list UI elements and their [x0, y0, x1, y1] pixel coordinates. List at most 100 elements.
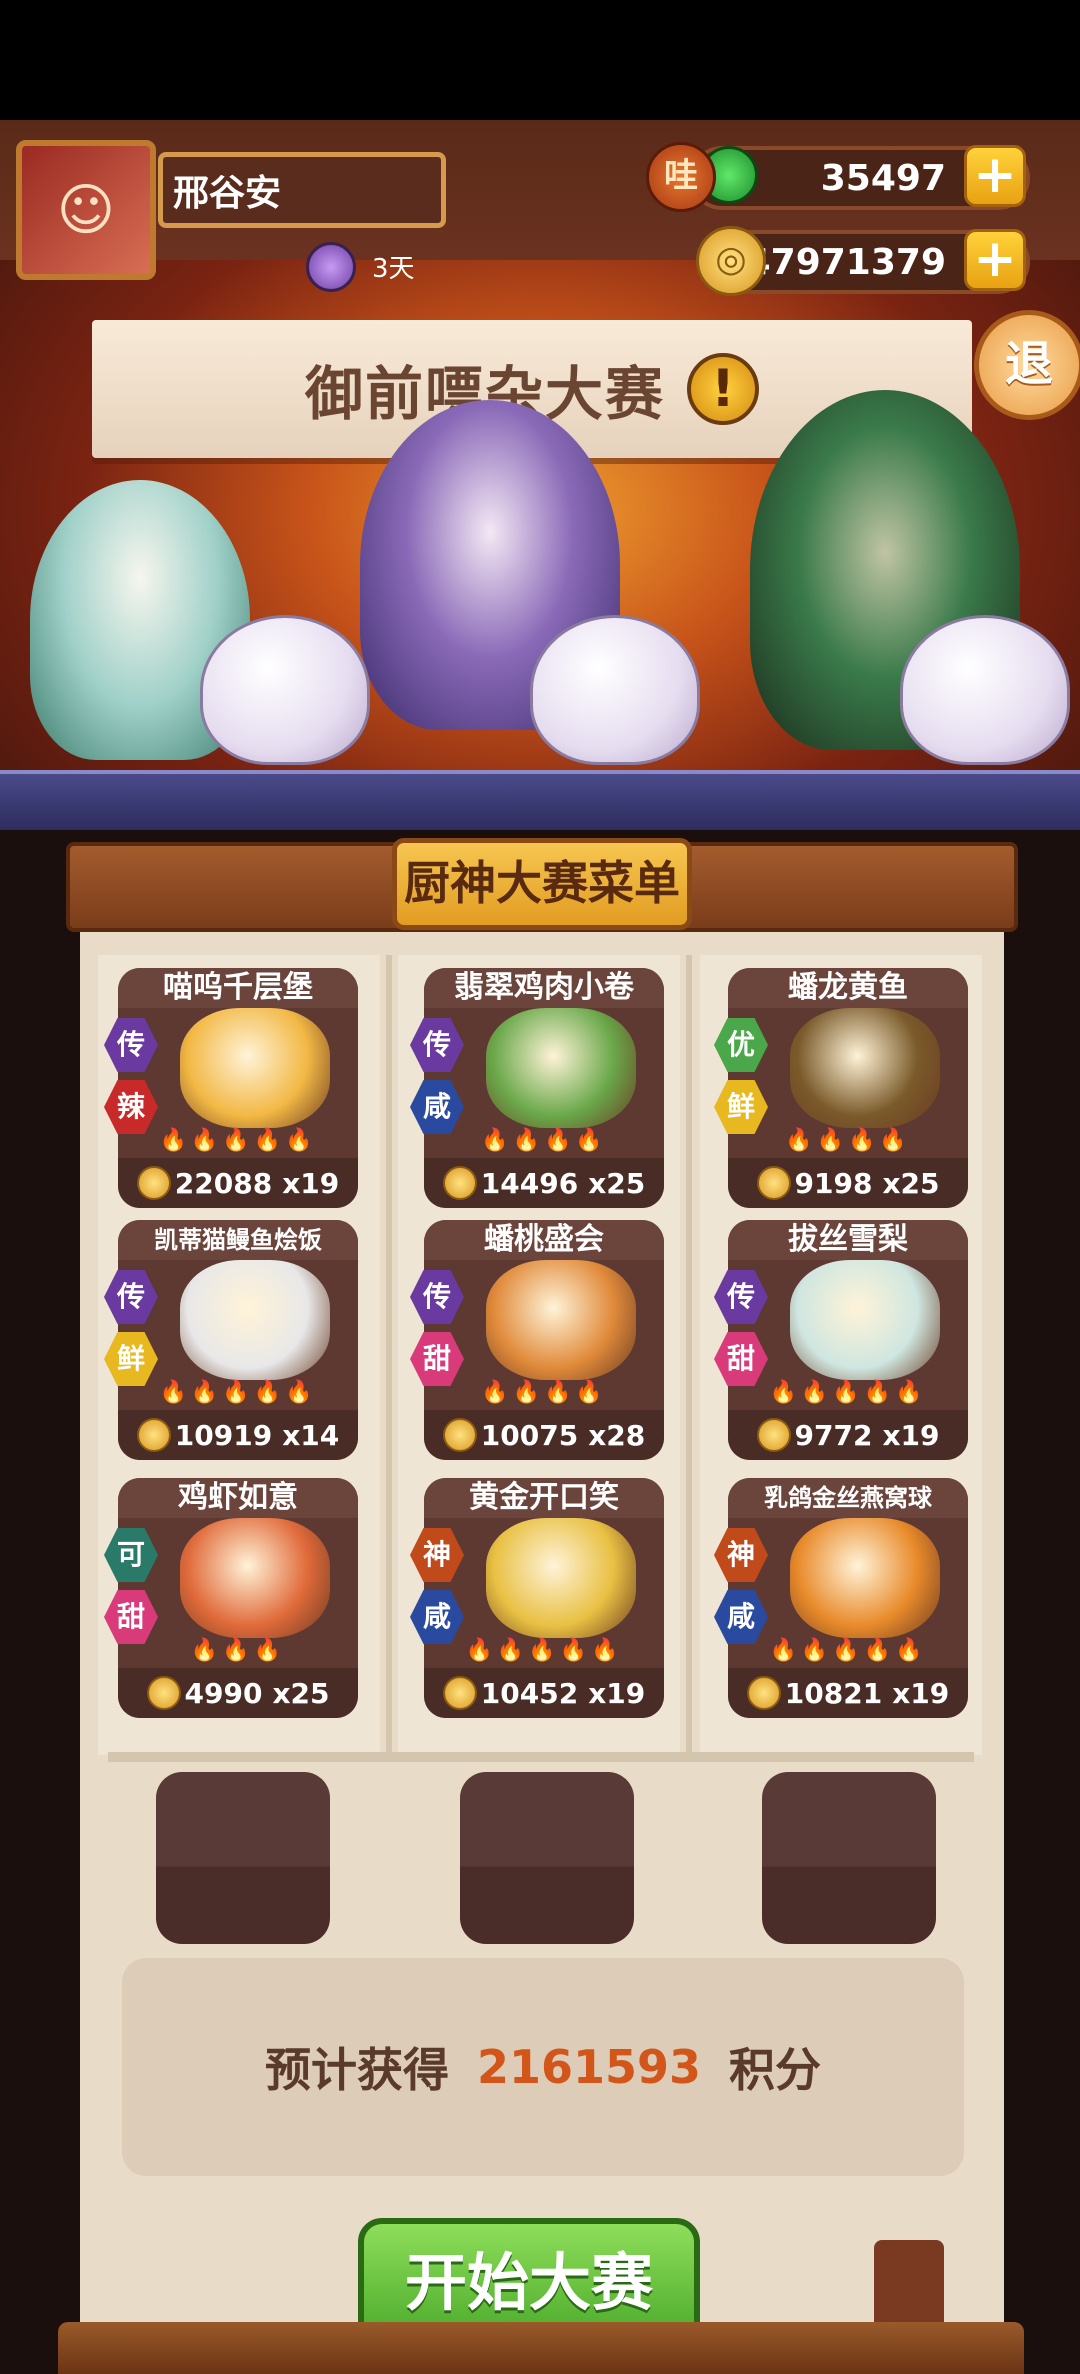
- dish-image-icon: [790, 1008, 940, 1128]
- dish-card[interactable]: 蟠龙黄鱼 🔥🔥🔥🔥 9198 x25: [728, 968, 968, 1208]
- flame-rating-icon: 🔥🔥🔥🔥🔥: [159, 1380, 317, 1405]
- dish-count: x19: [588, 1676, 646, 1710]
- dish-count: x25: [272, 1676, 330, 1710]
- flame-rating-icon: 🔥🔥🔥🔥🔥: [769, 1638, 927, 1663]
- coin-icon: [442, 1676, 477, 1710]
- flame-rating-icon: 🔥🔥🔥: [190, 1638, 286, 1663]
- dish-card[interactable]: 蟠桃盛会 🔥🔥🔥🔥 10075 x28: [424, 1220, 664, 1460]
- wa-currency-icon: 哇: [646, 142, 716, 212]
- flame-rating-icon: 🔥🔥🔥🔥: [481, 1380, 607, 1405]
- dish-reward: 22088 x19: [118, 1158, 358, 1208]
- coin-amount: 47971379: [745, 241, 946, 283]
- coin-icon: [756, 1418, 791, 1452]
- dish-points: 22088: [174, 1166, 273, 1200]
- empty-dish-slot-1[interactable]: [156, 1772, 330, 1944]
- dish-points: 9772: [794, 1418, 873, 1452]
- dish-card[interactable]: 翡翠鸡肉小卷 🔥🔥🔥🔥 14496 x25: [424, 968, 664, 1208]
- dish-points: 10821: [784, 1676, 883, 1710]
- estimate-value: 2161593: [476, 2040, 702, 2094]
- add-coins-button[interactable]: +: [964, 229, 1026, 291]
- dish-points: 10075: [480, 1418, 579, 1452]
- coin-icon: [146, 1676, 181, 1710]
- add-gems-button[interactable]: +: [964, 145, 1026, 207]
- empty-dish-slot-3[interactable]: [762, 1772, 936, 1944]
- coin-icon: [442, 1418, 477, 1452]
- dish-reward: 9772 x19: [728, 1410, 968, 1460]
- dish-reward: 10452 x19: [424, 1668, 664, 1718]
- menu-title: 厨神大赛菜单: [392, 838, 692, 930]
- flame-rating-icon: 🔥🔥🔥🔥🔥: [769, 1380, 927, 1405]
- dish-name: 翡翠鸡肉小卷: [424, 968, 664, 1008]
- dish-reward: 9198 x25: [728, 1158, 968, 1208]
- dish-image-icon: [486, 1518, 636, 1638]
- player-avatar[interactable]: ☺: [16, 140, 156, 280]
- coin-icon: [442, 1166, 477, 1200]
- dish-points: 10919: [174, 1418, 273, 1452]
- estimate-suffix: 积分: [729, 2043, 822, 2097]
- dish-points: 10452: [480, 1676, 579, 1710]
- teapot-icon: [530, 615, 700, 765]
- dish-name: 黄金开口笑: [424, 1478, 664, 1518]
- coin-icon: [756, 1166, 791, 1200]
- coin-icon: [136, 1418, 171, 1452]
- flame-rating-icon: 🔥🔥🔥🔥🔥: [465, 1638, 623, 1663]
- dish-card[interactable]: 凯蒂猫鳗鱼烩饭 🔥🔥🔥🔥🔥 10919 x14: [118, 1220, 358, 1460]
- dish-count: x19: [282, 1166, 340, 1200]
- gem-amount: 35497: [820, 157, 946, 199]
- flame-rating-icon: 🔥🔥🔥🔥: [785, 1128, 911, 1153]
- dish-image-icon: [180, 1260, 330, 1380]
- coin-icon: [746, 1676, 781, 1710]
- dish-name: 乳鸽金丝燕窝球: [728, 1478, 968, 1518]
- column-divider: [686, 955, 692, 1755]
- dish-card[interactable]: 乳鸽金丝燕窝球 🔥🔥🔥🔥🔥 10821 x19: [728, 1478, 968, 1718]
- dish-name: 蟠龙黄鱼: [728, 968, 968, 1008]
- dish-reward: 10821 x19: [728, 1668, 968, 1718]
- dish-image-icon: [790, 1260, 940, 1380]
- days-badge-icon: [306, 242, 356, 292]
- dish-points: 14496: [480, 1166, 579, 1200]
- dish-count: x28: [588, 1418, 646, 1452]
- column-divider: [386, 955, 392, 1755]
- dish-image-icon: [486, 1008, 636, 1128]
- menu-divider: [108, 1752, 974, 1762]
- flame-rating-icon: 🔥🔥🔥🔥: [481, 1128, 607, 1153]
- days-remaining: 3天: [372, 254, 415, 284]
- dish-image-icon: [180, 1518, 330, 1638]
- dish-reward: 14496 x25: [424, 1158, 664, 1208]
- dish-reward: 10075 x28: [424, 1410, 664, 1460]
- dish-card[interactable]: 黄金开口笑 🔥🔥🔥🔥🔥 10452 x19: [424, 1478, 664, 1718]
- dish-image-icon: [486, 1260, 636, 1380]
- dish-name: 凯蒂猫鳗鱼烩饭: [118, 1220, 358, 1260]
- dish-name: 喵呜千层堡: [118, 968, 358, 1008]
- dish-count: x19: [892, 1676, 950, 1710]
- info-alert-icon[interactable]: !: [687, 353, 759, 425]
- dish-reward: 10919 x14: [118, 1410, 358, 1460]
- empty-dish-slot-2[interactable]: [460, 1772, 634, 1944]
- teapot-icon: [200, 615, 370, 765]
- flame-rating-icon: 🔥🔥🔥🔥🔥: [159, 1128, 317, 1153]
- dish-name: 拔丝雪梨: [728, 1220, 968, 1260]
- estimate-prefix: 预计获得: [264, 2043, 449, 2097]
- dish-count: x25: [588, 1166, 646, 1200]
- dish-points: 9198: [794, 1166, 873, 1200]
- dish-image-icon: [790, 1518, 940, 1638]
- dish-count: x14: [282, 1418, 340, 1452]
- dish-count: x19: [882, 1418, 940, 1452]
- estimated-points-box: 预计获得 2161593 积分: [122, 1958, 964, 2176]
- dish-card[interactable]: 喵呜千层堡 🔥🔥🔥🔥🔥 22088 x19: [118, 968, 358, 1208]
- coin-icon: ◎: [696, 226, 766, 296]
- stage-platform: [0, 770, 1080, 836]
- dish-reward: 4990 x25: [118, 1668, 358, 1718]
- coin-icon: [136, 1166, 171, 1200]
- dish-card[interactable]: 拔丝雪梨 🔥🔥🔥🔥🔥 9772 x19: [728, 1220, 968, 1460]
- exit-button[interactable]: 退: [974, 310, 1080, 420]
- dish-name: 鸡虾如意: [118, 1478, 358, 1518]
- dish-card[interactable]: 鸡虾如意 🔥🔥🔥 4990 x25: [118, 1478, 358, 1718]
- dish-count: x25: [882, 1166, 940, 1200]
- dish-points: 4990: [184, 1676, 263, 1710]
- menu-board-bottom: [58, 2322, 1024, 2374]
- teapot-icon: [900, 615, 1070, 765]
- avatar-portrait-icon: ☺: [56, 177, 116, 243]
- dish-image-icon: [180, 1008, 330, 1128]
- dish-name: 蟠桃盛会: [424, 1220, 664, 1260]
